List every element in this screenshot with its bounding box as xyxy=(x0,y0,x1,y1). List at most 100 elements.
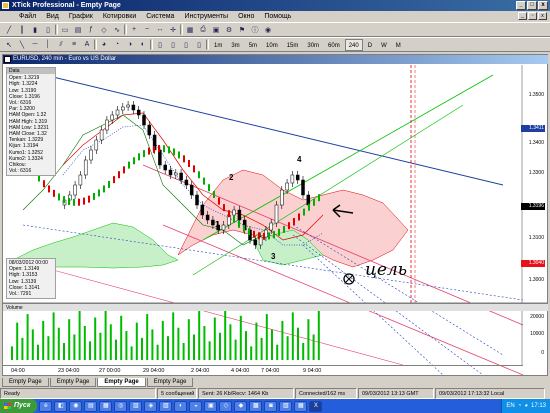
candle-chart-icon[interactable]: ▮ xyxy=(29,24,41,36)
maximize-button[interactable]: □ xyxy=(527,1,537,10)
timeframe-15m[interactable]: 15m xyxy=(283,39,303,51)
trendline-icon[interactable]: ╲ xyxy=(16,39,28,51)
taskbar-app-xtick[interactable]: X xyxy=(309,400,323,412)
line-chart-icon[interactable]: ╱ xyxy=(3,24,15,36)
template-icon[interactable]: ▦ xyxy=(184,24,196,36)
print-icon[interactable]: ⎙ xyxy=(197,24,209,36)
timeframe-240[interactable]: 240 xyxy=(344,38,363,51)
eye3-icon[interactable]: ◑ xyxy=(124,39,136,51)
fibo-icon[interactable]: ≡ xyxy=(68,39,80,51)
taskbar-app-icon[interactable]: e xyxy=(39,400,53,412)
taskbar-app-icon[interactable]: ▦ xyxy=(99,400,113,412)
timeframe-d[interactable]: D xyxy=(364,39,376,51)
status-messages[interactable]: 5 сообщений xyxy=(157,388,197,399)
objects-icon[interactable]: ◇ xyxy=(98,24,110,36)
settings-icon[interactable]: ⚙ xyxy=(223,24,235,36)
crosshair-icon[interactable]: ✛ xyxy=(167,24,179,36)
hline-icon[interactable]: ─ xyxy=(29,39,41,51)
tab-empty-page-active[interactable]: Empty Page xyxy=(97,378,146,387)
price-chart[interactable] xyxy=(3,55,548,375)
timeframe-60m[interactable]: 60m xyxy=(324,39,344,51)
start-button[interactable]: Пуск xyxy=(0,399,38,413)
cursor-icon[interactable]: ↖ xyxy=(3,39,15,51)
title-bar[interactable]: XTick Professional - Empty Page _ □ x xyxy=(0,0,550,11)
zoom-in-icon[interactable]: + xyxy=(128,24,140,36)
taskbar-app-icon[interactable]: ▨ xyxy=(159,400,173,412)
save-icon[interactable]: ▣ xyxy=(210,24,222,36)
tray-icon[interactable]: ◕ xyxy=(524,403,528,409)
new-window-icon[interactable]: ▭ xyxy=(59,24,71,36)
mdi-restore-button[interactable]: ▫ xyxy=(528,12,537,20)
zoom-out-icon[interactable]: − xyxy=(141,24,153,36)
menu-file[interactable]: Файл xyxy=(14,11,41,22)
taskbar-app-icon[interactable]: ▤ xyxy=(84,400,98,412)
close-button[interactable]: x xyxy=(538,1,548,10)
taskbar-app-icon[interactable]: ◐ xyxy=(174,400,188,412)
menu-window[interactable]: Окно xyxy=(233,11,259,22)
taskbar-app-icon[interactable]: ▧ xyxy=(279,400,293,412)
timeframe-5m[interactable]: 5m xyxy=(245,39,261,51)
volume-bar xyxy=(302,343,305,360)
taskbar-app-icon[interactable]: ◧ xyxy=(54,400,68,412)
timeframe-w[interactable]: W xyxy=(377,39,391,51)
info-icon[interactable]: ⓘ xyxy=(249,24,261,36)
taskbar-app-icon[interactable]: ▦ xyxy=(294,400,308,412)
menu-tools[interactable]: Инструменты xyxy=(179,11,233,22)
chart-window[interactable]: EURUSD, 240 min - Euro vs US Dollar Data… xyxy=(2,54,548,376)
language-indicator[interactable]: EN xyxy=(506,403,514,409)
taskbar-app-icon[interactable]: ▥ xyxy=(129,400,143,412)
vline-icon[interactable]: │ xyxy=(42,39,54,51)
taskbar-app-icon[interactable]: ◆ xyxy=(234,400,248,412)
channel-icon[interactable]: ⫽ xyxy=(55,39,67,51)
scroll-icon[interactable]: ↔ xyxy=(154,24,166,36)
taskbar-app-icon[interactable]: ◙ xyxy=(264,400,278,412)
menu-quotes[interactable]: Котировки xyxy=(98,11,141,22)
taskbar-app-icon[interactable]: ◒ xyxy=(189,400,203,412)
volume-bar xyxy=(11,346,13,360)
bar-chart-icon[interactable]: ┃ xyxy=(16,24,28,36)
eye4-icon[interactable]: ◐ xyxy=(137,39,149,51)
page3-icon[interactable]: ▯ xyxy=(180,39,192,51)
menu-chart[interactable]: График xyxy=(64,11,98,22)
candle xyxy=(142,114,146,126)
tray-icon[interactable]: ◔ xyxy=(518,403,522,409)
tab-empty-page-2[interactable]: Empty Page xyxy=(49,378,97,387)
ha-bar xyxy=(48,185,50,193)
menu-help[interactable]: Помощь xyxy=(259,11,296,22)
toolbar-main: ╱ ┃ ▮ ▯ ▭ ▤ ƒ ◇ ∿ + − ↔ ✛ ▦ ⎙ ▣ ⚙ ⚑ ⓘ ◉ xyxy=(0,22,550,37)
page2-icon[interactable]: ▯ xyxy=(167,39,179,51)
tick-chart-icon[interactable]: ∿ xyxy=(111,24,123,36)
eye-icon[interactable]: ◕ xyxy=(98,39,110,51)
alert-icon[interactable]: ⚑ xyxy=(236,24,248,36)
volume-bar xyxy=(177,327,180,360)
menu-system[interactable]: Система xyxy=(141,11,179,22)
clock[interactable]: 17:13 xyxy=(531,403,546,409)
timeframe-3m[interactable]: 3m xyxy=(227,39,243,51)
taskbar-app-icon[interactable]: ▩ xyxy=(249,400,263,412)
taskbar-app-icon[interactable]: ◇ xyxy=(219,400,233,412)
eye2-icon[interactable]: ◔ xyxy=(111,39,123,51)
mdi-close-button[interactable]: x xyxy=(538,12,547,20)
timeframe-30m[interactable]: 30m xyxy=(303,39,323,51)
taskbar-app-icon[interactable]: ◎ xyxy=(114,400,128,412)
page4-icon[interactable]: ▯ xyxy=(193,39,205,51)
taskbar-app-icon[interactable]: ▣ xyxy=(204,400,218,412)
taskbar-app-icon[interactable]: ◈ xyxy=(144,400,158,412)
menu-view[interactable]: Вид xyxy=(41,11,64,22)
heikin-ashi-icon[interactable]: ▯ xyxy=(42,24,54,36)
volume-bar xyxy=(120,315,123,360)
indicators-icon[interactable]: ƒ xyxy=(85,24,97,36)
page-icon[interactable]: ▯ xyxy=(154,39,166,51)
tab-empty-page-4[interactable]: Empty Page xyxy=(146,378,194,387)
layout-icon[interactable]: ▤ xyxy=(72,24,84,36)
taskbar-app-icon[interactable]: ◉ xyxy=(69,400,83,412)
text-icon[interactable]: A xyxy=(81,39,93,51)
volume-bar xyxy=(198,310,201,360)
tab-empty-page-1[interactable]: Empty Page xyxy=(2,378,49,387)
minimize-button[interactable]: _ xyxy=(516,1,526,10)
mdi-minimize-button[interactable]: _ xyxy=(518,12,527,20)
timeframe-1m[interactable]: 1m xyxy=(210,39,226,51)
timeframe-10m[interactable]: 10m xyxy=(262,39,282,51)
lock-icon[interactable]: ◉ xyxy=(262,24,274,36)
timeframe-m[interactable]: M xyxy=(392,39,405,51)
